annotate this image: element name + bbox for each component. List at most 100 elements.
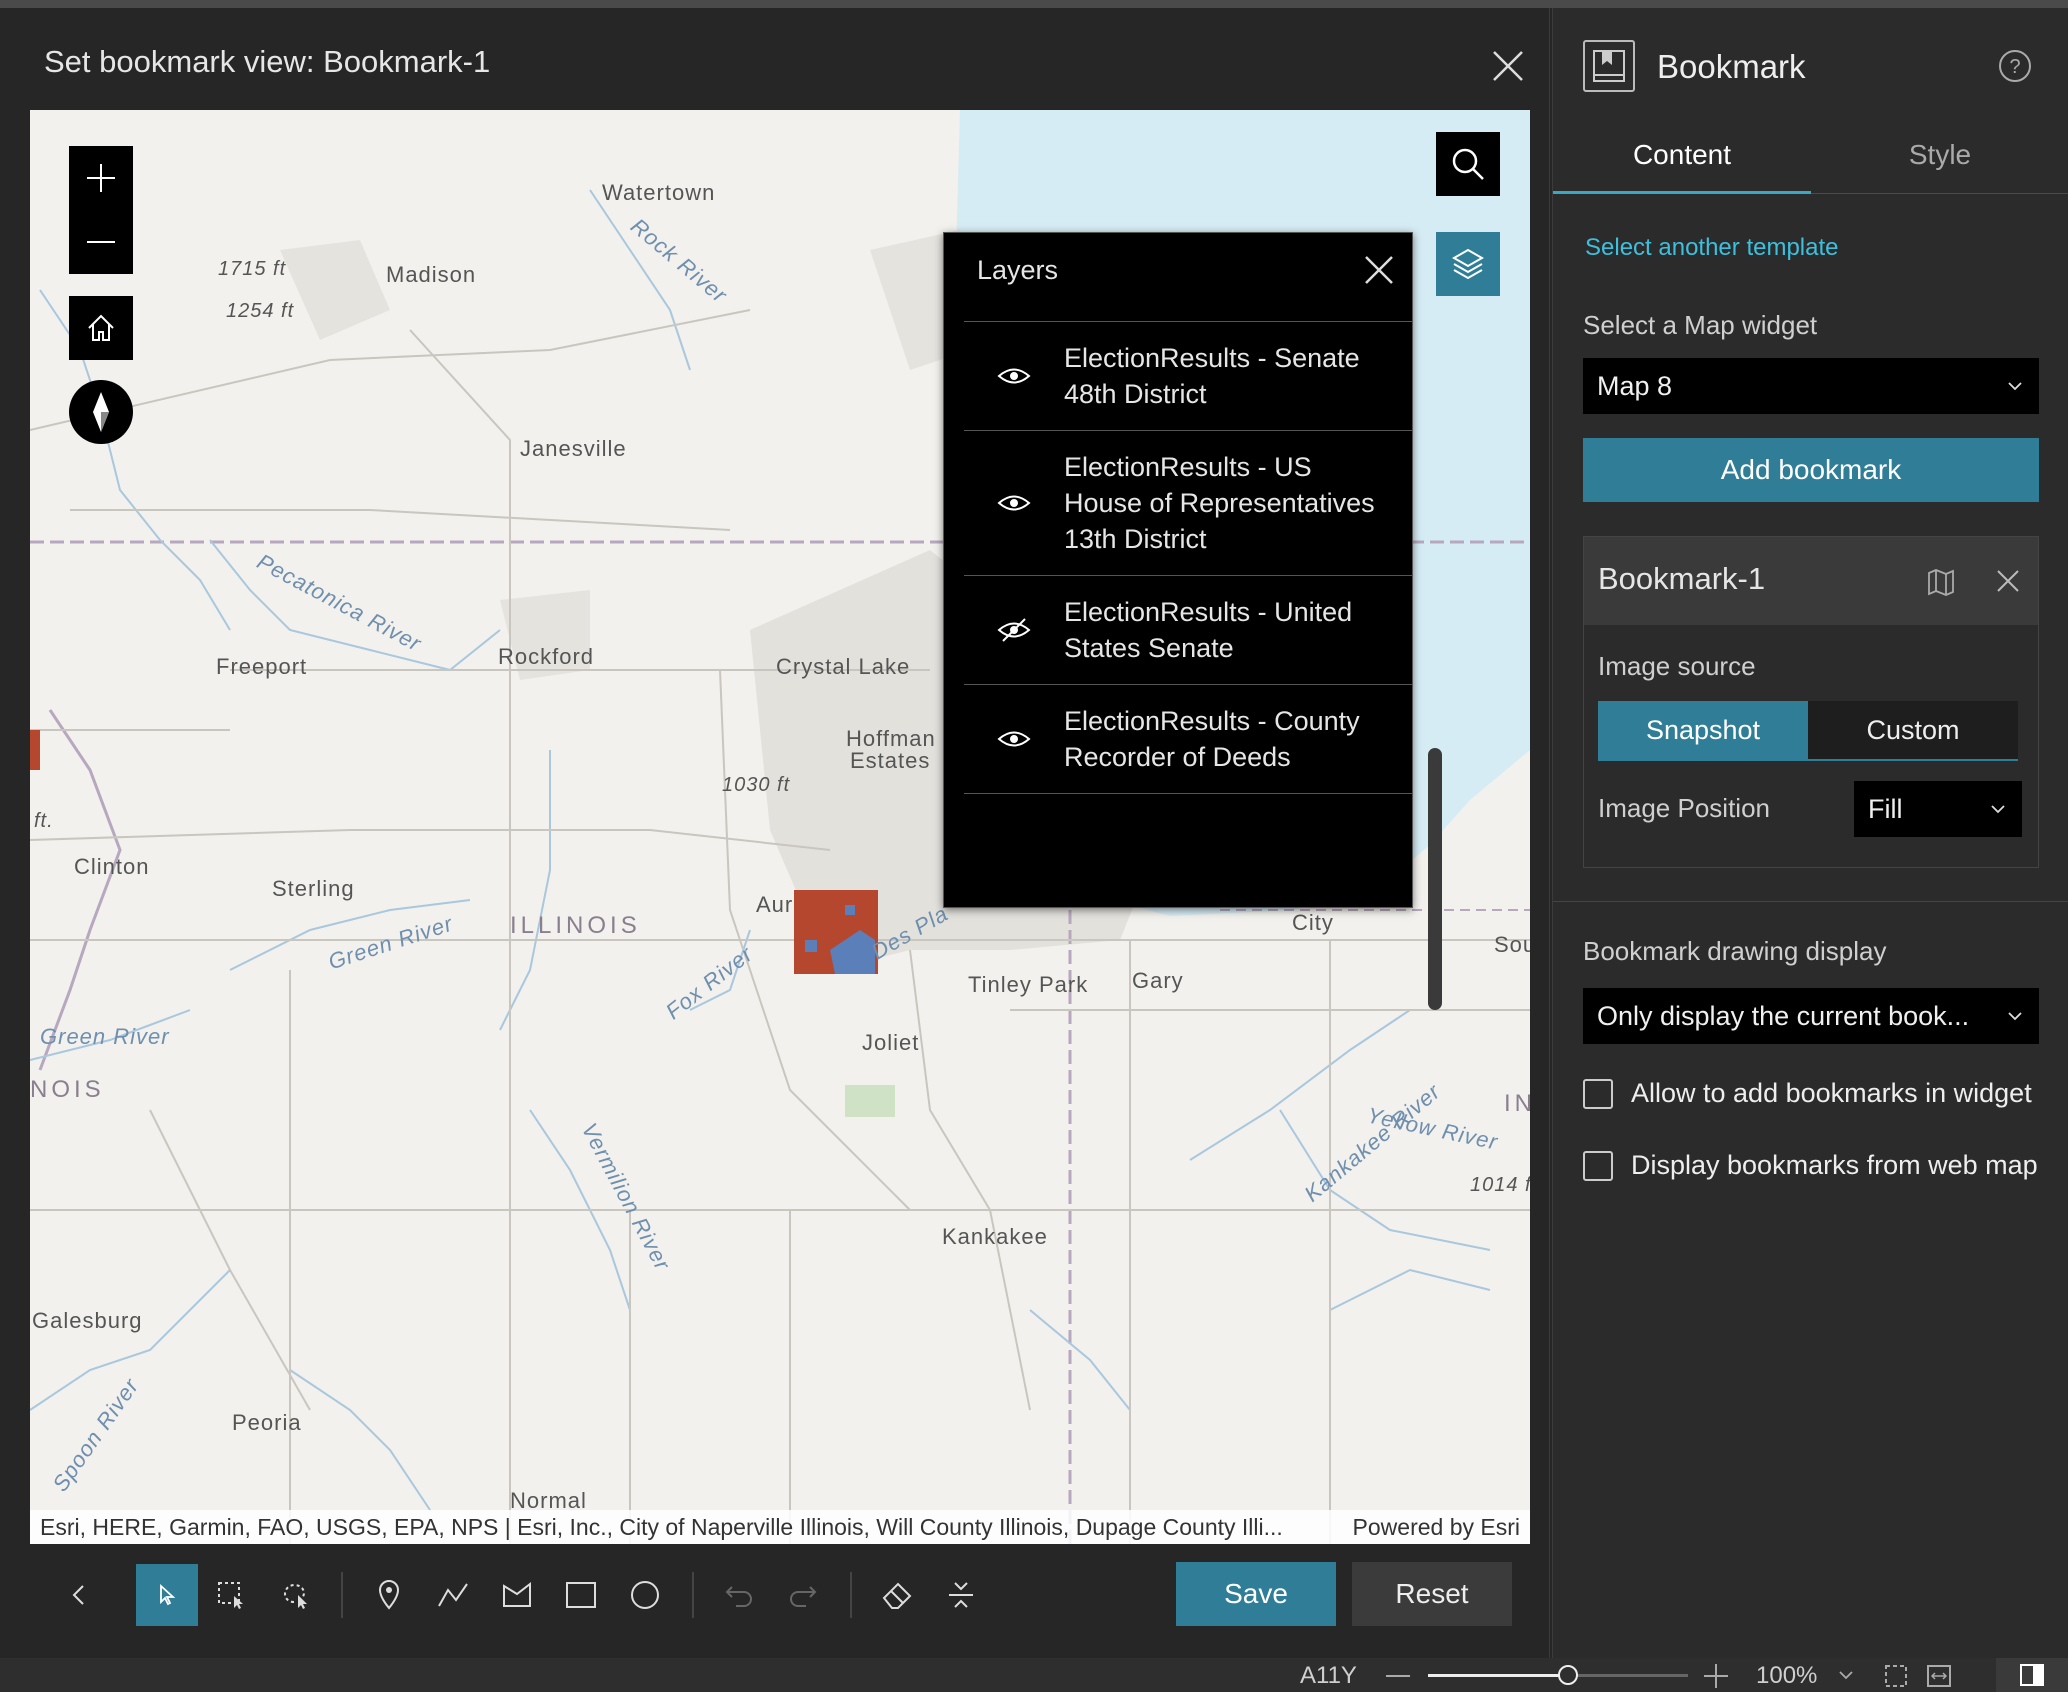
zoom-out-icon[interactable] [1386,1674,1410,1678]
home-button[interactable] [69,296,133,360]
image-position-select[interactable]: Fill [1854,781,2022,837]
checkbox-box[interactable] [1583,1150,1613,1181]
minus-icon [87,241,115,243]
app-root: Set bookmark view: Bookmark-1 Watertown … [0,0,2068,1692]
layers-toggle-button[interactable] [1436,232,1500,296]
polygon-tool-button[interactable] [486,1564,548,1626]
map-label-galesburg: Galesburg [32,1308,143,1333]
section-divider [1553,901,2068,902]
map-icon[interactable] [1926,567,1956,597]
search-button[interactable] [1436,132,1500,196]
lasso-select-tool-button[interactable] [264,1564,326,1626]
map-label-elevation: 1030 ft [722,774,791,796]
compass-button[interactable] [69,380,133,444]
map-attribution: Esri, HERE, Garmin, FAO, USGS, EPA, NPS … [30,1510,1530,1544]
layer-label: ElectionResults - United States Senate [1064,597,1353,663]
rectangle-tool-button[interactable] [550,1564,612,1626]
top-frame-bar [0,0,2068,8]
layer-item[interactable]: ElectionResults - County Recorder of Dee… [964,684,1412,794]
drawing-display-select[interactable]: Only display the current book... [1583,988,2039,1044]
erase-button[interactable] [866,1564,928,1626]
map-view[interactable]: Watertown Madison 1715 ft 1254 ft Janesv… [30,110,1530,1544]
fit-width-icon[interactable] [1926,1664,1952,1688]
svg-text:?: ? [2009,56,2020,78]
zoom-out-button[interactable] [69,210,133,274]
rectangle-select-tool-button[interactable] [200,1564,262,1626]
layer-label: ElectionResults - County Recorder of Dee… [1064,706,1360,772]
map-label-janesville: Janesville [520,436,627,461]
polyline-icon [438,1583,468,1607]
collapse-toolbar-button[interactable] [48,1564,110,1626]
map-label-peoria: Peoria [232,1410,302,1435]
eye-icon[interactable] [964,365,1064,387]
map-label-clinton: Clinton [74,854,150,879]
eye-icon[interactable] [964,492,1064,514]
map-label-estates: Estates [850,748,931,773]
zoom-in-icon[interactable] [1704,1664,1728,1688]
display-webmap-bookmarks-checkbox[interactable]: Display bookmarks from web map [1583,1150,2038,1181]
circle-tool-button[interactable] [614,1564,676,1626]
tab-content[interactable]: Content [1553,116,1811,194]
save-button[interactable]: Save [1176,1562,1336,1626]
allow-add-bookmarks-checkbox[interactable]: Allow to add bookmarks in widget [1583,1078,2032,1109]
help-icon[interactable]: ? [1997,48,2033,84]
checkbox-label: Allow to add bookmarks in widget [1631,1078,2032,1108]
close-icon[interactable] [1362,253,1396,287]
zoom-slider-thumb[interactable] [1558,1665,1578,1685]
layers-scrollbar[interactable] [1428,748,1442,1010]
polyline-tool-button[interactable] [422,1564,484,1626]
point-tool-button[interactable] [358,1564,420,1626]
map-label-elevation: 1014 f [1470,1174,1530,1196]
eye-off-icon[interactable] [964,617,1064,643]
cursor-arrow-icon [160,1583,176,1606]
powered-by-esri[interactable]: Powered by Esri [1353,1514,1530,1541]
sidebar-icon [2020,1664,2044,1686]
chevron-down-icon [1991,805,2005,814]
map-label-madison: Madison [386,262,477,287]
split-button[interactable] [930,1564,992,1626]
panel-title: Bookmark [1657,48,1806,85]
image-position-label: Image Position [1598,793,1770,823]
reset-button[interactable]: Reset [1352,1562,1512,1626]
snapshot-option[interactable]: Snapshot [1598,701,1808,759]
zoom-slider-fill [1428,1674,1571,1677]
close-icon[interactable] [1486,44,1530,88]
park-area [845,1085,895,1117]
layer-item[interactable]: ElectionResults - United States Senate [964,575,1412,684]
chevron-left-icon [72,1585,84,1605]
plus-icon [87,164,115,192]
a11y-toggle[interactable]: A11Y [1300,1662,1357,1690]
zoom-in-button[interactable] [69,146,133,210]
rectangle-select-icon [218,1582,243,1609]
map-label-city-partial: City [1292,910,1334,935]
drawing-toolbar: Save Reset [10,1558,1540,1638]
add-bookmark-button[interactable]: Add bookmark [1583,438,2039,502]
image-source-label: Image source [1598,651,1756,681]
checkbox-label: Display bookmarks from web map [1631,1150,2038,1180]
zoom-level[interactable]: 100% [1756,1662,1817,1690]
map-label-elevation: ft. [34,810,54,832]
select-another-template-link[interactable]: Select another template [1585,234,1839,262]
custom-option[interactable]: Custom [1808,701,2018,759]
chevron-down-icon [2008,382,2022,391]
fit-screen-icon[interactable] [1884,1664,1908,1688]
drawing-display-value: Only display the current book... [1597,1000,1970,1031]
close-icon[interactable] [1994,567,2022,595]
redo-button[interactable] [772,1564,834,1626]
zoom-slider-track[interactable] [1428,1665,1688,1685]
layer-item[interactable]: ElectionResults - Senate 48th District [964,321,1412,430]
zoom-control [69,146,133,274]
checkbox-box[interactable] [1583,1078,1613,1109]
map-label-watertown: Watertown [602,180,716,205]
panel-toggle-button[interactable] [1996,1658,2068,1692]
bookmark-card-header[interactable]: Bookmark-1 [1584,537,2038,625]
map-label-south-partial: Sou [1494,932,1530,957]
layer-item[interactable]: ElectionResults - US House of Representa… [964,430,1412,575]
chevron-down-icon[interactable] [1838,1670,1854,1680]
map-widget-select[interactable]: Map 8 [1583,358,2039,414]
undo-button[interactable] [708,1564,770,1626]
map-label-aurora: Aur [756,892,794,917]
tab-style[interactable]: Style [1811,116,2068,193]
eye-icon[interactable] [964,728,1064,750]
select-tool-button[interactable] [136,1564,198,1626]
